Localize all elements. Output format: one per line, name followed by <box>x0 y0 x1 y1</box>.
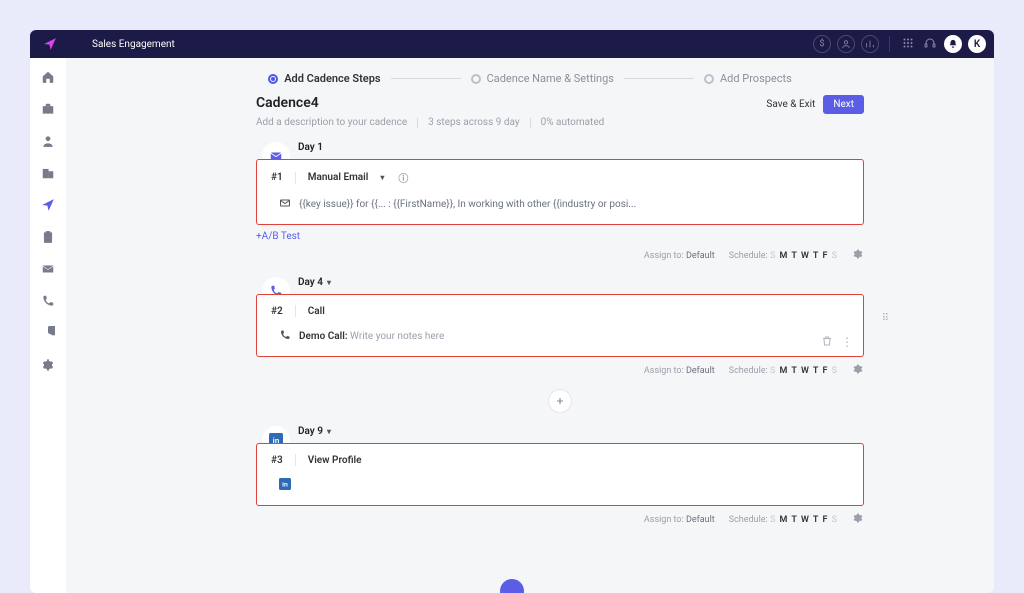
day-label[interactable]: Day 4 <box>298 277 323 288</box>
schedule-label: Schedule: <box>729 251 768 261</box>
sidebar <box>30 58 66 593</box>
step-name-settings[interactable]: Cadence Name & Settings <box>471 72 614 85</box>
step-dot-icon <box>704 74 714 84</box>
topbar: Sales Engagement $ K <box>30 30 994 58</box>
topbar-notifications-icon[interactable] <box>944 35 962 53</box>
linkedin-mini-icon: in <box>279 478 291 493</box>
more-icon[interactable]: ⋮ <box>841 335 853 350</box>
assign-label: Assign to: <box>644 251 684 261</box>
steps-summary: 3 steps across 9 day <box>428 117 519 128</box>
step-type: Call <box>308 306 325 317</box>
topbar-dollar-icon[interactable]: $ <box>813 35 831 53</box>
topbar-chart-icon[interactable] <box>861 35 879 53</box>
drag-handle-icon[interactable]: ⠿ <box>882 313 890 324</box>
phone-icon[interactable] <box>39 294 57 308</box>
step-type: Manual Email <box>308 172 369 183</box>
schedule-days[interactable]: S M T W T F S <box>770 366 838 376</box>
avatar[interactable]: K <box>968 35 986 53</box>
next-button[interactable]: Next <box>823 95 864 114</box>
automated-summary: 0% automated <box>541 117 605 128</box>
phone-outline-icon <box>279 329 291 344</box>
briefcase-icon[interactable] <box>39 102 57 116</box>
step-dot-icon <box>471 74 481 84</box>
gear-icon[interactable] <box>852 248 864 263</box>
schedule-days[interactable]: S M T W T F S <box>770 251 838 261</box>
building-icon[interactable] <box>39 166 57 180</box>
cadence-description[interactable]: Add a description to your cadence <box>256 117 407 128</box>
day-label[interactable]: Day 9 <box>298 426 323 437</box>
progress-stepper: Add Cadence Steps Cadence Name & Setting… <box>66 58 994 95</box>
call-title: Demo Call: <box>299 331 348 342</box>
mail-icon[interactable] <box>39 262 57 276</box>
chevron-down-icon[interactable]: ▾ <box>327 427 331 436</box>
assign-value[interactable]: Default <box>686 515 715 525</box>
cadence-title: Cadence4 <box>256 95 604 111</box>
info-icon[interactable]: ⓘ <box>398 170 408 185</box>
step-add-prospects[interactable]: Add Prospects <box>704 72 792 85</box>
home-icon[interactable] <box>39 70 57 84</box>
assign-value[interactable]: Default <box>686 251 715 261</box>
assign-value[interactable]: Default <box>686 366 715 376</box>
step-card[interactable]: #2 Call Demo Call: Write your notes here <box>256 294 864 357</box>
email-outline-icon <box>279 197 291 212</box>
app-title: Sales Engagement <box>70 39 175 50</box>
gear-icon[interactable] <box>852 512 864 527</box>
schedule-days[interactable]: S M T W T F S <box>770 515 838 525</box>
topbar-user-icon[interactable] <box>837 35 855 53</box>
step-card[interactable]: #3 View Profile in <box>256 443 864 506</box>
settings-icon[interactable] <box>39 358 57 372</box>
day-block: Day 4 ▾ #2 Call Demo Call: Write your not… <box>66 263 994 412</box>
add-step-button[interactable]: + <box>549 390 571 412</box>
chevron-down-icon[interactable]: ▾ <box>380 173 384 182</box>
cadence-icon[interactable] <box>39 198 57 212</box>
day-label[interactable]: Day 1 <box>298 142 323 153</box>
clipboard-icon[interactable] <box>39 230 57 244</box>
step-type: View Profile <box>308 455 362 466</box>
step-number: #1 <box>271 172 283 183</box>
step-card[interactable]: #1 Manual Email ▾ ⓘ {{key issue}} for {{… <box>256 159 864 225</box>
step-add-cadence[interactable]: Add Cadence Steps <box>268 72 380 85</box>
email-body-preview: {{key issue}} for {{... : {{FirstName}},… <box>299 199 636 210</box>
step-number: #3 <box>271 455 283 466</box>
notes-placeholder[interactable]: Write your notes here <box>350 331 444 342</box>
pie-icon[interactable] <box>39 326 57 340</box>
step-number: #2 <box>271 306 283 317</box>
topbar-apps-icon[interactable] <box>900 37 916 52</box>
main-content: Add Cadence Steps Cadence Name & Setting… <box>66 58 994 593</box>
trash-icon[interactable] <box>821 335 833 350</box>
person-icon[interactable] <box>39 134 57 148</box>
app-logo[interactable] <box>30 37 70 51</box>
save-exit-button[interactable]: Save & Exit <box>766 99 815 110</box>
ab-test-link[interactable]: +A/B Test <box>256 231 300 242</box>
step-dot-icon <box>268 74 278 84</box>
day-block: in Day 9 ▾ #3 View Profile in <box>66 412 994 527</box>
chevron-down-icon[interactable]: ▾ <box>327 278 331 287</box>
day-block: Day 1 #1 Manual Email ▾ ⓘ <box>66 128 994 263</box>
svg-text:in: in <box>282 482 288 489</box>
gear-icon[interactable] <box>852 363 864 378</box>
topbar-headset-icon[interactable] <box>922 37 938 52</box>
